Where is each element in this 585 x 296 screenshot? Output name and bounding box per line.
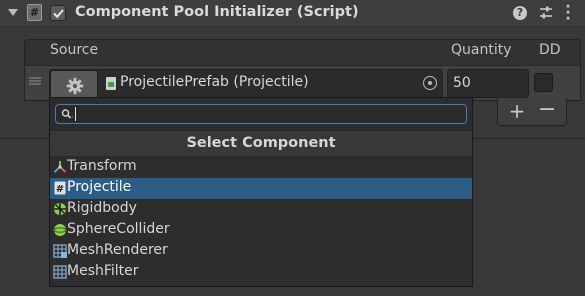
- more-options-icon[interactable]: · · ·: [564, 0, 572, 26]
- component-item-label: SphereCollider: [67, 221, 170, 237]
- foldout-arrow-icon[interactable]: [8, 9, 18, 16]
- component-item-transform[interactable]: Transform: [50, 157, 472, 178]
- text-caret: [75, 107, 76, 121]
- component-item-meshfilter[interactable]: MeshFilter: [50, 262, 472, 283]
- component-enabled-checkbox[interactable]: [50, 5, 66, 21]
- component-item-label: Transform: [67, 158, 137, 174]
- add-element-button[interactable]: +: [508, 99, 526, 123]
- rigidbody-icon: [54, 203, 66, 215]
- column-header-quantity: Quantity: [451, 42, 512, 58]
- component-item-label: MeshRenderer: [67, 242, 168, 258]
- transform-icon: [53, 161, 67, 173]
- component-item-projectile[interactable]: # Projectile: [50, 178, 472, 199]
- component-item-rigidbody[interactable]: Rigidbody: [50, 199, 472, 220]
- source-object-value: ProjectilePrefab (Projectile): [120, 74, 309, 90]
- component-item-label: MeshFilter: [67, 263, 139, 279]
- object-picker-icon[interactable]: [423, 76, 437, 90]
- component-item-label: Projectile: [67, 179, 132, 195]
- gear-icon: [66, 77, 84, 95]
- script-icon: #: [27, 4, 42, 21]
- script-icon: #: [54, 181, 66, 195]
- column-header-dd: DD: [539, 42, 561, 58]
- remove-element-button[interactable]: −: [538, 99, 556, 123]
- checkmark-icon: [53, 9, 64, 19]
- column-header-source: Source: [50, 42, 99, 58]
- component-type-button[interactable]: [50, 70, 98, 99]
- component-item-spherecollider[interactable]: SphereCollider: [50, 220, 472, 241]
- dd-checkbox[interactable]: [534, 73, 553, 92]
- component-item-meshrenderer[interactable]: MeshRenderer: [50, 241, 472, 262]
- search-input[interactable]: [78, 105, 458, 123]
- mesh-renderer-icon: [53, 244, 67, 258]
- svg-text:#: #: [56, 184, 64, 195]
- drag-handle-icon[interactable]: [29, 77, 41, 85]
- search-icon: [60, 107, 74, 121]
- component-title: Component Pool Initializer (Script): [75, 4, 359, 20]
- script-file-icon: [106, 77, 116, 90]
- help-icon[interactable]: ?: [513, 6, 527, 20]
- component-item-label: Rigidbody: [67, 200, 137, 216]
- popup-title: Select Component: [186, 135, 336, 151]
- sphere-collider-icon: [53, 224, 67, 236]
- presets-icon[interactable]: [538, 5, 554, 21]
- quantity-field[interactable]: 50: [447, 69, 529, 98]
- mesh-filter-icon: [53, 265, 67, 279]
